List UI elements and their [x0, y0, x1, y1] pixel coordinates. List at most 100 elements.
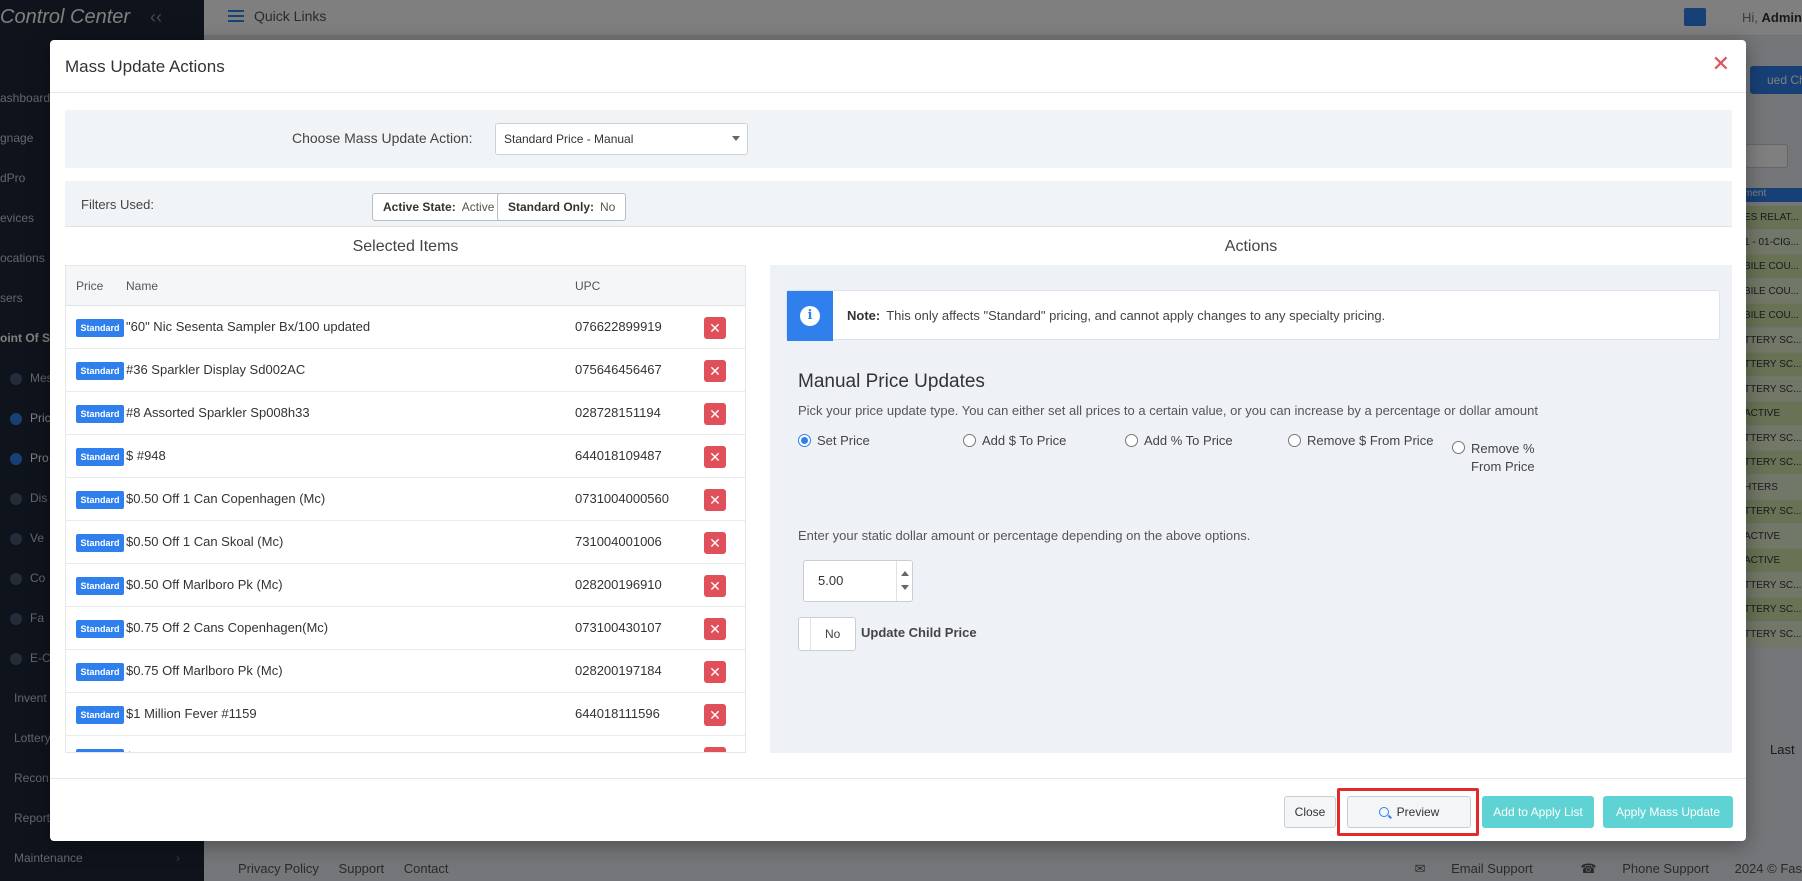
modal-header: Mass Update Actions ✕: [50, 40, 1746, 93]
filter-chip-standard-only: Standard Only: No: [497, 193, 627, 221]
modal-footer-divider: [50, 778, 1746, 779]
radio-remove-dollar[interactable]: Remove $ From Price: [1288, 433, 1433, 448]
mass-update-action-select[interactable]: Standard Price - Manual: [495, 123, 748, 155]
remove-item-icon[interactable]: ✕: [704, 489, 726, 511]
remove-item-icon[interactable]: ✕: [704, 618, 726, 640]
table-row: Standard #8 Assorted Sparkler Sp008h33 028…: [66, 392, 745, 435]
radio-unchecked-icon: [963, 434, 976, 447]
item-name: $0.50 Off 1 Can Skoal (Mc): [126, 534, 284, 549]
standard-badge: Standard: [76, 706, 124, 724]
table-header: Price Name UPC: [66, 266, 745, 306]
spin-up-icon[interactable]: [901, 571, 909, 576]
close-button[interactable]: Close: [1284, 796, 1336, 828]
item-name: $0.75 Off 2 Cans Copenhagen(Mc): [126, 620, 329, 635]
item-upc: 731004001006: [575, 534, 662, 549]
table-row: Standard $0.50 Off 1 Can Skoal (Mc) 731004…: [66, 521, 745, 564]
remove-item-icon[interactable]: ✕: [704, 661, 726, 683]
actions-title: Actions: [1224, 238, 1278, 255]
mass-update-modal: Mass Update Actions ✕ Choose Mass Update…: [50, 40, 1746, 841]
standard-badge: Standard: [76, 319, 124, 337]
item-upc: 028728151194: [575, 405, 661, 420]
update-child-price-label: Update Child Price: [861, 625, 977, 640]
standard-badge: Standard: [76, 405, 124, 423]
item-name: $0.50 Off 1 Can Copenhagen (Mc): [126, 491, 326, 506]
spin-down-icon[interactable]: [901, 585, 909, 590]
table-row: Standard$1 MILLION MERRY & BRIGHT #1426 6…: [66, 736, 745, 752]
col-price: Price: [76, 279, 104, 293]
remove-item-icon[interactable]: ✕: [704, 403, 726, 425]
standard-badge: Standard: [76, 534, 124, 552]
item-name: #8 Assorted Sparkler Sp008h33: [126, 405, 310, 420]
remove-item-icon[interactable]: ✕: [704, 532, 726, 554]
radio-set-price[interactable]: Set Price: [798, 433, 870, 448]
item-upc: 644018114...: [575, 749, 650, 752]
remove-item-icon[interactable]: ✕: [704, 575, 726, 597]
note-text: This only affects "Standard" pricing, an…: [886, 308, 1386, 323]
radio-add-percent[interactable]: Add % To Price: [1125, 433, 1233, 448]
amount-description: Enter your static dollar amount or perce…: [798, 528, 1251, 543]
filters-used-label: Filters Used:: [81, 197, 154, 212]
table-row: Standard "60" Nic Sesenta Sampler Bx/100 …: [66, 306, 745, 349]
amount-input[interactable]: 5.00: [803, 560, 913, 602]
item-upc: 0731004000560: [575, 491, 669, 506]
filter-chip-active-state: Active State: Active: [372, 193, 506, 221]
item-upc: 028200197184: [575, 663, 662, 678]
radio-unchecked-icon: [1288, 434, 1301, 447]
preview-button[interactable]: Preview: [1347, 796, 1471, 828]
radio-checked-icon: [798, 434, 811, 447]
choose-action-label: Choose Mass Update Action:: [292, 130, 473, 146]
remove-item-icon[interactable]: ✕: [704, 704, 726, 726]
remove-item-icon[interactable]: ✕: [704, 446, 726, 468]
note-box: i Note: This only affects "Standard" pric…: [786, 290, 1720, 341]
radio-remove-percent[interactable]: Remove % From Price: [1452, 440, 1562, 476]
col-name: Name: [126, 279, 159, 293]
note-label: Note:: [847, 308, 881, 323]
item-upc: 028200196910: [575, 577, 662, 592]
modal-title: Mass Update Actions: [65, 57, 225, 76]
search-icon: [1378, 807, 1389, 817]
actions-panel: i Note: This only affects "Standard" pric…: [770, 265, 1732, 753]
mass-update-action-bar: Choose Mass Update Action: Standard Pric…: [65, 110, 1732, 168]
spinner[interactable]: [896, 561, 912, 601]
add-to-apply-list-button[interactable]: Add to Apply List: [1482, 796, 1594, 828]
remove-item-icon[interactable]: ✕: [704, 317, 726, 339]
table-row: Standard $1 Million Fever #1159 6440181115…: [66, 693, 745, 736]
remove-item-icon[interactable]: ✕: [704, 360, 726, 382]
manual-price-updates-description: Pick your price update type. You can eit…: [798, 403, 1538, 418]
standard-badge: Standard: [76, 749, 124, 752]
item-name: $0.50 Off Marlboro Pk (Mc): [126, 577, 283, 592]
table-row: Standard #36 Sparkler Display Sd002AC 0756…: [66, 349, 745, 392]
standard-badge: Standard: [76, 620, 124, 638]
item-upc: 075646456467: [575, 362, 662, 377]
table-row: Standard $0.50 Off Marlboro Pk (Mc) 028200…: [66, 564, 745, 607]
item-name: "60" Nic Sesenta Sampler Bx/100 updated: [126, 319, 371, 334]
table-row: Standard $0.75 Off 2 Cans Copenhagen(Mc) 0…: [66, 607, 745, 650]
item-name: $0.75 Off Marlboro Pk (Mc): [126, 663, 283, 678]
standard-badge: Standard: [76, 448, 124, 466]
radio-unchecked-icon: [1125, 434, 1138, 447]
standard-badge: Standard: [76, 577, 124, 595]
item-name: $1 MILLION MERRY & BRIGHT #1426: [126, 749, 351, 752]
standard-badge: Standard: [76, 362, 124, 380]
caret-down-icon: [732, 136, 740, 141]
remove-item-icon[interactable]: ✕: [704, 747, 726, 752]
table-row: Standard $0.50 Off 1 Can Copenhagen (Mc) 0…: [66, 478, 745, 521]
info-icon: i: [787, 291, 833, 341]
item-name: $ #948: [126, 448, 166, 463]
standard-badge: Standard: [76, 491, 124, 509]
selected-items-title: Selected Items: [352, 238, 459, 255]
item-upc: 644018109487: [575, 448, 662, 463]
item-upc: 644018111596: [575, 706, 660, 721]
filters-bar: Filters Used: Active State: Active Standa…: [65, 181, 1732, 227]
apply-mass-update-button[interactable]: Apply Mass Update: [1603, 796, 1733, 828]
manual-price-updates-title: Manual Price Updates: [798, 371, 985, 392]
table-row: Standard $0.75 Off Marlboro Pk (Mc) 028200…: [66, 650, 745, 693]
item-name: #36 Sparkler Display Sd002AC: [126, 362, 306, 377]
item-upc: 073100430107: [575, 620, 662, 635]
item-upc: 076622899919: [575, 319, 662, 334]
selected-items-table[interactable]: Price Name UPC Standard "60" Nic Sesenta …: [65, 265, 746, 753]
close-icon[interactable]: ✕: [1712, 52, 1730, 76]
radio-add-dollar[interactable]: Add $ To Price: [963, 433, 1066, 448]
radio-unchecked-icon: [1452, 441, 1465, 454]
update-child-price-toggle[interactable]: No: [798, 617, 856, 651]
